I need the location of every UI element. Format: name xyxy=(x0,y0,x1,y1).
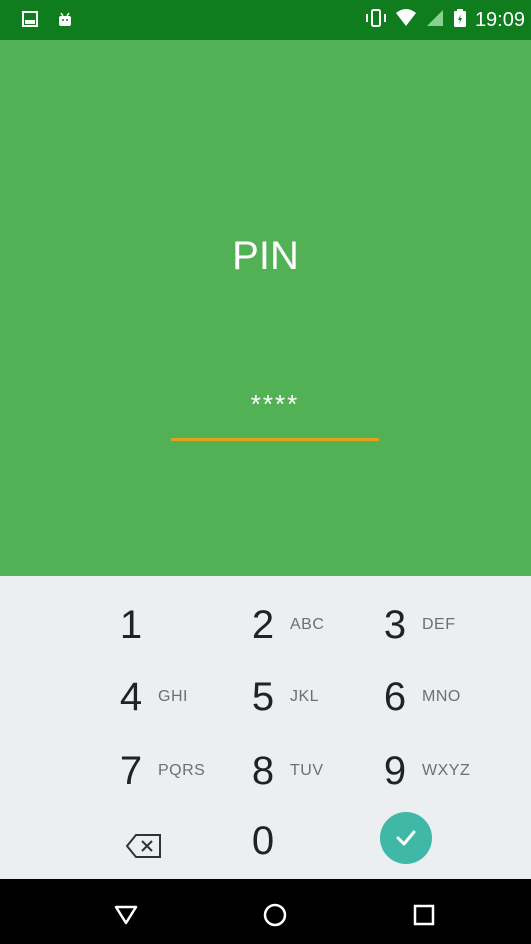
confirm-button[interactable] xyxy=(380,812,432,864)
key-digit: 6 xyxy=(383,675,407,719)
key-8[interactable]: 8 TUV xyxy=(246,742,396,800)
key-5[interactable]: 5 JKL xyxy=(246,668,396,726)
back-icon xyxy=(114,905,138,925)
vibrate-icon xyxy=(365,8,387,32)
pin-panel: PIN **** xyxy=(0,40,531,576)
pin-input[interactable]: **** xyxy=(171,384,379,441)
key-7[interactable]: 7 PQRS xyxy=(114,742,264,800)
back-button[interactable] xyxy=(108,897,144,933)
navigation-bar xyxy=(0,879,531,944)
numeric-keypad: 1 2 ABC 3 DEF 4 GHI 5 JKL 6 MNO 7 PQRS 8… xyxy=(0,576,531,879)
backspace-button[interactable] xyxy=(124,832,164,860)
pin-underline xyxy=(171,438,379,441)
key-letters: DEF xyxy=(422,616,456,633)
recents-icon xyxy=(413,904,435,926)
battery-icon xyxy=(453,8,467,32)
recents-button[interactable] xyxy=(406,897,442,933)
signal-icon xyxy=(425,8,445,32)
key-letters: MNO xyxy=(422,688,461,705)
home-icon xyxy=(263,903,287,927)
wifi-icon xyxy=(395,8,417,32)
key-2[interactable]: 2 ABC xyxy=(246,596,396,654)
key-1[interactable]: 1 xyxy=(114,596,264,654)
key-letters: TUV xyxy=(290,762,324,779)
image-icon xyxy=(22,11,38,31)
pin-masked-value: **** xyxy=(250,389,300,419)
page-title: PIN xyxy=(232,234,299,278)
key-letters: PQRS xyxy=(158,762,206,779)
key-digit: 4 xyxy=(119,675,143,719)
key-digit: 5 xyxy=(251,675,275,719)
key-letters: GHI xyxy=(158,688,188,705)
key-9[interactable]: 9 WXYZ xyxy=(378,742,528,800)
key-3[interactable]: 3 DEF xyxy=(378,596,528,654)
key-digit: 9 xyxy=(383,749,407,793)
home-button[interactable] xyxy=(257,897,293,933)
key-digit: 0 xyxy=(251,819,275,863)
key-4[interactable]: 4 GHI xyxy=(114,668,264,726)
backspace-icon xyxy=(125,834,161,858)
key-0[interactable]: 0 xyxy=(246,812,396,870)
key-digit: 8 xyxy=(251,749,275,793)
key-digit: 7 xyxy=(119,749,143,793)
status-time: 19:09 xyxy=(474,9,525,31)
key-digit: 3 xyxy=(383,603,407,647)
key-letters: ABC xyxy=(290,616,325,633)
key-letters: JKL xyxy=(290,688,320,705)
key-digit: 2 xyxy=(251,603,275,647)
android-icon xyxy=(56,10,74,32)
key-letters: WXYZ xyxy=(422,762,471,779)
key-6[interactable]: 6 MNO xyxy=(378,668,528,726)
status-bar: 19:09 xyxy=(0,0,531,40)
check-icon xyxy=(396,830,416,846)
key-digit: 1 xyxy=(119,603,143,647)
